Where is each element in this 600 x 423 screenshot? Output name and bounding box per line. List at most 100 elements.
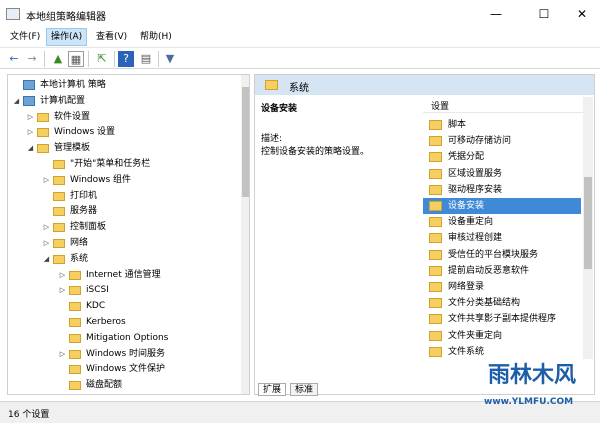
- tree-node[interactable]: ▷ 网络: [8, 235, 238, 251]
- folder-icon: [429, 152, 442, 163]
- export-list-icon[interactable]: ⇱: [94, 51, 110, 67]
- expand-arrow-icon[interactable]: ▷: [58, 346, 67, 362]
- back-icon[interactable]: ←: [6, 51, 22, 67]
- tree-node-label: Windows 文件保护: [86, 364, 166, 375]
- setting-list-item[interactable]: 设备重定向: [423, 214, 581, 230]
- menu-file[interactable]: 文件(F): [6, 28, 44, 46]
- setting-list-item[interactable]: 设备安装: [423, 198, 581, 214]
- folder-icon: [429, 330, 442, 341]
- title-bar: 本地组策略编辑器 — ☐ ✕: [0, 0, 600, 28]
- computer-icon: [23, 80, 35, 90]
- folder-icon: [37, 112, 49, 122]
- folder-icon: [429, 346, 442, 357]
- setting-list-item[interactable]: 驱动程序安装: [423, 182, 581, 198]
- folder-icon: [429, 184, 442, 195]
- details-header: 系统: [255, 75, 594, 95]
- tree-node-label: KDC: [86, 301, 106, 312]
- properties-icon[interactable]: ▤: [138, 51, 154, 67]
- minimize-button[interactable]: —: [476, 0, 516, 28]
- setting-list-item-label: 文件共享影子副本提供程序: [448, 314, 557, 325]
- tree-node[interactable]: ◢ 系统: [8, 251, 238, 267]
- filter-icon[interactable]: ▼: [162, 51, 178, 67]
- tab-standard[interactable]: 标准: [290, 383, 319, 396]
- setting-list-item-label: 可移动存储访问: [448, 136, 512, 147]
- column-header-setting[interactable]: 设置: [423, 97, 583, 113]
- folder-icon: [429, 298, 442, 309]
- tree-node[interactable]: ▷ 软件设置: [8, 109, 238, 125]
- folder-icon: [429, 201, 442, 211]
- expand-arrow-icon[interactable]: ▷: [42, 172, 51, 188]
- tree-node-label: 登录: [86, 393, 104, 394]
- tree-node[interactable]: Mitigation Options: [8, 330, 238, 346]
- setting-list-item[interactable]: 区域设置服务: [423, 166, 581, 182]
- tree-node[interactable]: ▷ Windows 组件: [8, 172, 238, 188]
- setting-list-item[interactable]: 脚本: [423, 117, 581, 133]
- help-icon[interactable]: ?: [118, 51, 134, 67]
- tree-scrollbar[interactable]: [241, 75, 249, 394]
- setting-list-item[interactable]: 网络登录: [423, 279, 581, 295]
- expand-arrow-icon[interactable]: ▷: [58, 282, 67, 298]
- setting-list-item-label: 文件夹重定向: [448, 330, 503, 341]
- setting-list-item[interactable]: 文件分类基础结构: [423, 295, 581, 311]
- folder-icon: [69, 381, 81, 391]
- tree-node-label: 系统: [70, 253, 89, 264]
- list-scrollbar-thumb[interactable]: [584, 177, 592, 269]
- folder-icon: [429, 120, 442, 130]
- setting-list-item[interactable]: 受信任的平台模块服务: [423, 247, 581, 263]
- expand-arrow-icon[interactable]: ▷: [58, 267, 67, 283]
- menu-action[interactable]: 操作(A): [46, 28, 88, 46]
- tree-node[interactable]: ▷ Windows 时间服务: [8, 346, 238, 362]
- setting-list-item-label: 设备重定向: [448, 217, 494, 228]
- forward-icon[interactable]: →: [24, 51, 40, 67]
- collapse-arrow-icon[interactable]: ◢: [12, 93, 21, 109]
- tree-node[interactable]: ◢ 计算机配置: [8, 93, 238, 109]
- tree-node-label: 软件设置: [54, 111, 91, 122]
- details-pane: 系统 设备安装 描述: 控制设备安装的策略设置。 设置 脚本 可移动存储访问 凭据分…: [254, 74, 595, 395]
- description-label: 描述:: [261, 134, 283, 144]
- tree-node-label: Windows 时间服务: [86, 348, 166, 359]
- up-folder-icon[interactable]: ▲: [50, 51, 66, 67]
- tree-node[interactable]: ▷ Windows 设置: [8, 124, 238, 140]
- tree-node[interactable]: 打印机: [8, 188, 238, 204]
- collapse-arrow-icon[interactable]: ◢: [26, 140, 35, 156]
- tree-node[interactable]: Windows 文件保护: [8, 361, 238, 377]
- column-header-label: 设置: [431, 102, 450, 112]
- setting-list-item[interactable]: 凭据分配: [423, 149, 581, 165]
- menu-view[interactable]: 查看(V): [92, 28, 131, 46]
- setting-list-item[interactable]: 文件共享影子副本提供程序: [423, 311, 581, 327]
- tree-node[interactable]: 本地计算机 策略: [8, 77, 238, 93]
- maximize-button[interactable]: ☐: [524, 0, 564, 28]
- tree-node[interactable]: 服务器: [8, 203, 238, 219]
- tree-node[interactable]: 磁盘配额: [8, 377, 238, 393]
- setting-list-item-label: 区域设置服务: [448, 168, 503, 179]
- folder-icon: [429, 233, 442, 244]
- folder-icon: [69, 318, 81, 327]
- collapse-arrow-icon[interactable]: ◢: [42, 251, 51, 267]
- setting-list-item[interactable]: 提前启动反恶意软件: [423, 263, 581, 279]
- setting-list-item[interactable]: 审核过程创建: [423, 230, 581, 246]
- setting-list-item[interactable]: 文件夹重定向: [423, 328, 581, 344]
- tab-extended[interactable]: 扩展: [258, 383, 287, 396]
- tree-node[interactable]: 登录: [8, 393, 238, 394]
- show-hide-tree-icon[interactable]: ▦: [68, 51, 84, 67]
- tree-node[interactable]: ◢ 管理模板: [8, 140, 238, 156]
- expand-arrow-icon[interactable]: ▷: [26, 124, 35, 140]
- close-button[interactable]: ✕: [562, 0, 600, 28]
- setting-list-item[interactable]: 可移动存储访问: [423, 133, 581, 149]
- tree-node[interactable]: ▷ Internet 通信管理: [8, 267, 238, 283]
- tree-node[interactable]: ▷ iSCSI: [8, 282, 238, 298]
- list-scrollbar[interactable]: [583, 97, 593, 359]
- tree-node[interactable]: Kerberos: [8, 314, 238, 330]
- folder-icon: [429, 314, 442, 325]
- expand-arrow-icon[interactable]: ▷: [42, 219, 51, 235]
- tree-node[interactable]: "开始"菜单和任务栏: [8, 156, 238, 172]
- tree-node[interactable]: ▷ 控制面板: [8, 219, 238, 235]
- expand-arrow-icon[interactable]: ▷: [26, 109, 35, 125]
- menu-help[interactable]: 帮助(H): [136, 28, 176, 46]
- tree-node-label: 磁盘配额: [86, 380, 123, 391]
- tree-scrollbar-thumb[interactable]: [242, 87, 249, 197]
- folder-icon: [429, 265, 442, 276]
- expand-arrow-icon[interactable]: ▷: [42, 235, 51, 251]
- tree-node[interactable]: KDC: [8, 298, 238, 314]
- app-icon: [6, 8, 20, 20]
